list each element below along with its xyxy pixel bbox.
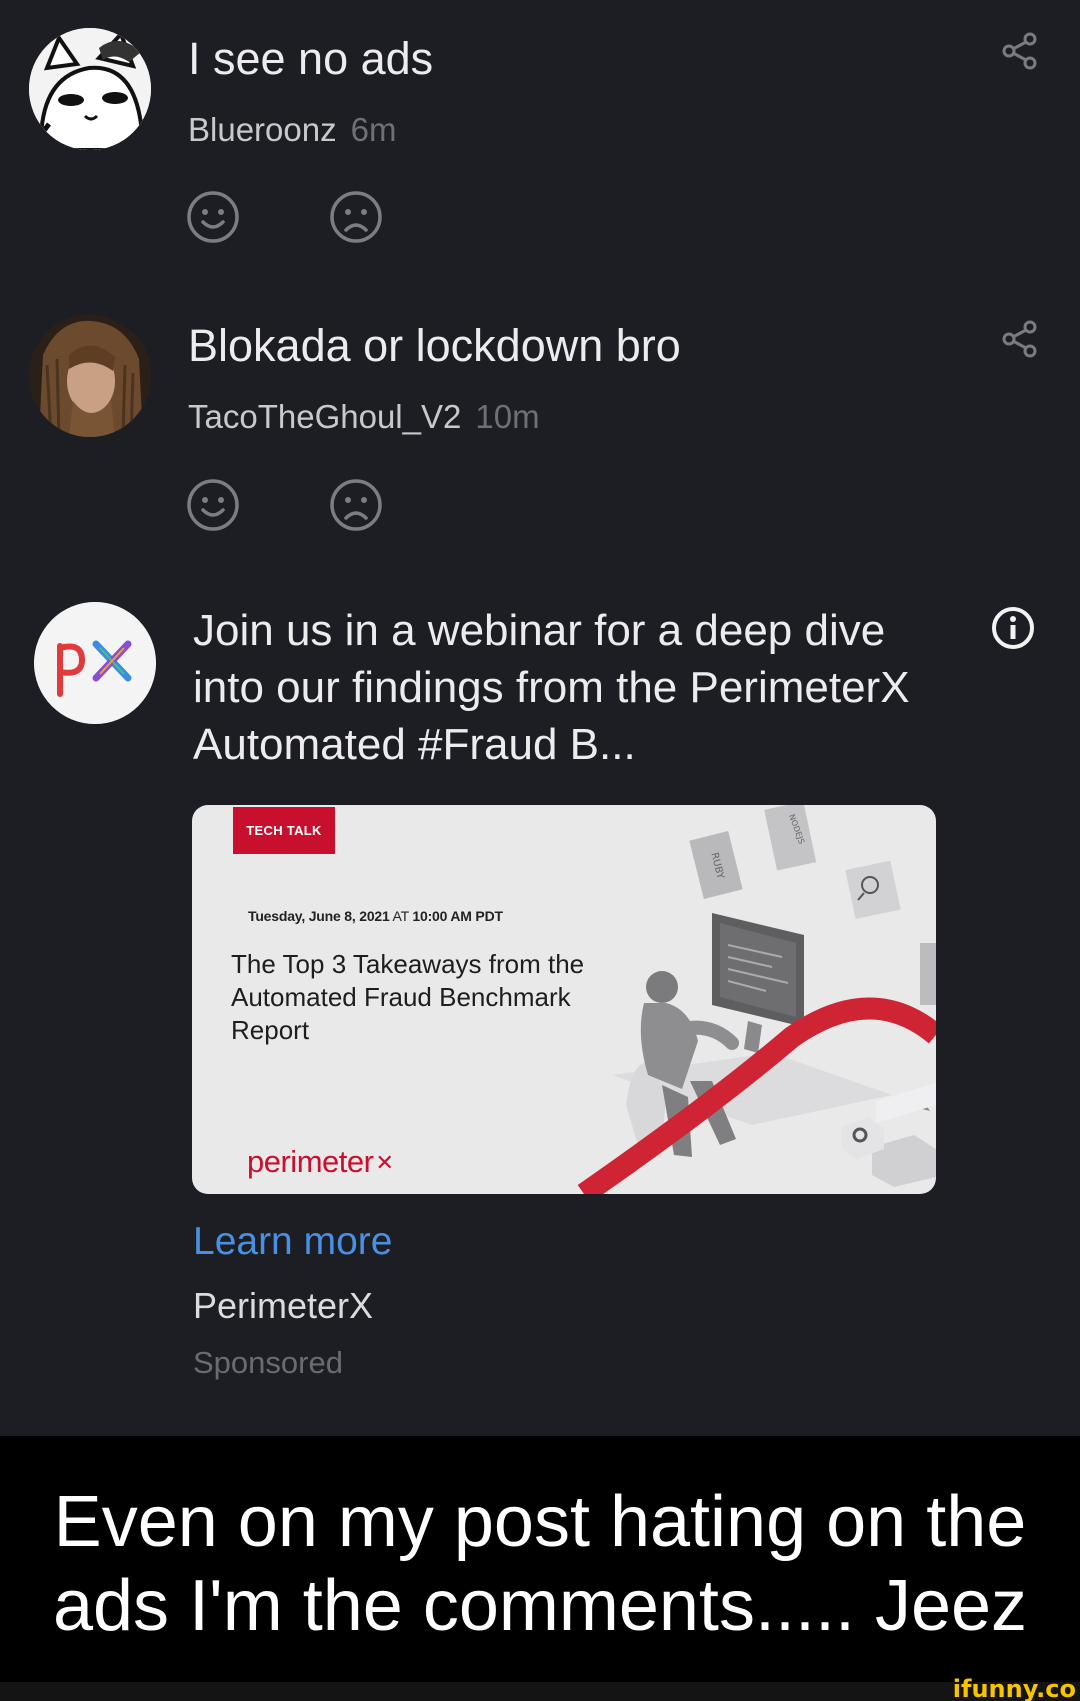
avatar[interactable] bbox=[29, 28, 151, 150]
webinar-date-time: 10:00 AM PDT bbox=[412, 908, 503, 924]
comment-meta: TacoTheGhoul_V2 10m bbox=[188, 398, 540, 436]
comment-text: I see no ads bbox=[188, 33, 434, 84]
ad-text[interactable]: Join us in a webinar for a deep dive int… bbox=[193, 602, 953, 773]
smile-icon[interactable] bbox=[185, 189, 241, 245]
advertiser-name[interactable]: PerimeterX bbox=[193, 1285, 373, 1327]
footer-bar bbox=[0, 1682, 1080, 1701]
logo-mark-icon: ✕ bbox=[375, 1150, 394, 1175]
advertiser-logo[interactable] bbox=[34, 602, 156, 724]
banner-title: The Top 3 Takeaways from the Automated F… bbox=[231, 949, 585, 1045]
meme-caption-panel: Even on my post hating on the ads I'm th… bbox=[0, 1436, 1080, 1682]
share-icon[interactable] bbox=[1001, 320, 1039, 358]
share-icon[interactable] bbox=[1001, 32, 1039, 70]
comments-screen: I see no ads Blueroonz 6m Blokada or loc… bbox=[0, 0, 1080, 1436]
webinar-date-day: Tuesday, June 8, 2021 bbox=[248, 908, 390, 924]
comment-time: 6m bbox=[350, 111, 397, 148]
webinar-date-at: AT bbox=[389, 908, 413, 924]
learn-more-link[interactable]: Learn more bbox=[193, 1220, 392, 1264]
comment-username[interactable]: TacoTheGhoul_V2 bbox=[188, 398, 461, 435]
info-icon[interactable] bbox=[990, 605, 1036, 651]
sponsored-label: Sponsored bbox=[193, 1345, 343, 1380]
comment-text: Blokada or lockdown bro bbox=[188, 320, 681, 371]
watermark-logo: ifunny.co bbox=[952, 1675, 1076, 1701]
frown-icon[interactable] bbox=[328, 477, 384, 533]
comment-time: 10m bbox=[475, 398, 540, 435]
meme-caption: Even on my post hating on the ads I'm th… bbox=[52, 1482, 1028, 1646]
logo-text: perimeter bbox=[247, 1144, 374, 1179]
comment-meta: Blueroonz 6m bbox=[188, 111, 396, 149]
smile-icon[interactable] bbox=[185, 477, 241, 533]
frown-icon[interactable] bbox=[328, 189, 384, 245]
perimeterx-logo: perimeter✕ bbox=[247, 1144, 394, 1180]
comment-username[interactable]: Blueroonz bbox=[188, 111, 337, 148]
ad-banner-image[interactable]: RUBY NODEJS TECH TALK Tuesday, June 8, 2… bbox=[192, 805, 936, 1194]
avatar[interactable] bbox=[29, 315, 151, 437]
tech-talk-badge: TECH TALK bbox=[233, 807, 335, 854]
webinar-date: Tuesday, June 8, 2021 AT 10:00 AM PDT bbox=[248, 908, 503, 924]
